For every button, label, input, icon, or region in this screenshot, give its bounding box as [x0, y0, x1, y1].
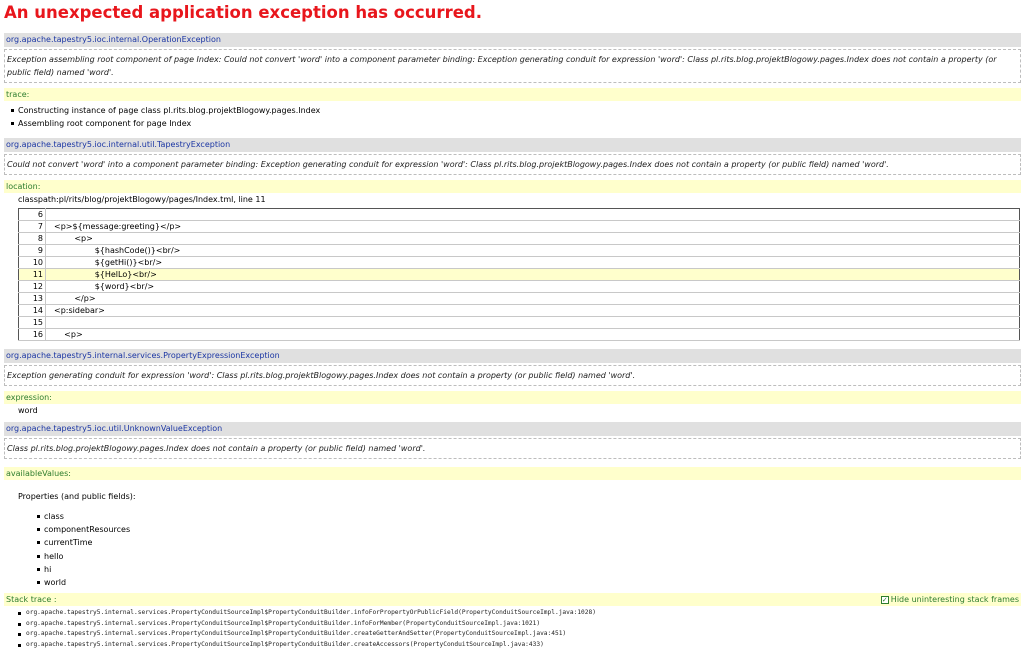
exception-class: org.apache.tapestry5.ioc.internal.Operat… — [4, 33, 1021, 47]
hide-frames-toggle[interactable]: ✓ Hide uninteresting stack frames — [880, 593, 1021, 606]
source-line-highlighted: 11 ${HelLo}<br/> — [18, 268, 1020, 281]
trace-item: Assembling root component for page Index — [11, 117, 1021, 130]
source-line: 15 — [18, 316, 1020, 329]
stack-trace-header: Stack trace : ✓ Hide uninteresting stack… — [4, 593, 1021, 607]
hide-frames-checkbox[interactable]: ✓ — [880, 595, 889, 604]
stack-frame: org.apache.tapestry5.internal.services.P… — [18, 640, 1021, 651]
line-number: 13 — [18, 292, 46, 305]
stack-trace-label: Stack trace : — [6, 595, 57, 605]
exception-block: org.apache.tapestry5.ioc.internal.util.T… — [4, 138, 1021, 341]
trace-label: trace: — [4, 88, 1021, 101]
exception-class: org.apache.tapestry5.internal.services.P… — [4, 349, 1021, 363]
expression-label: expression: — [4, 391, 1021, 404]
line-code — [45, 208, 1020, 221]
line-number: 9 — [18, 244, 46, 257]
line-code: </p> — [45, 292, 1020, 305]
line-number: 14 — [18, 304, 46, 317]
source-line: 8 <p> — [18, 232, 1020, 245]
location-file: classpath:pl/rits/blog/projektBlogowy/pa… — [18, 195, 266, 204]
exception-report: An unexpected application exception has … — [0, 0, 1024, 650]
line-code: ${getHi()}<br/> — [45, 256, 1020, 269]
exception-block: org.apache.tapestry5.internal.services.P… — [4, 349, 1021, 418]
line-code: <p>${message:greeting}</p> — [45, 220, 1020, 233]
line-code: <p> — [45, 232, 1020, 245]
stack-frame: org.apache.tapestry5.internal.services.P… — [18, 608, 1021, 619]
line-number: 16 — [18, 328, 46, 341]
source-line: 10 ${getHi()}<br/> — [18, 256, 1020, 269]
stack-frame: org.apache.tapestry5.internal.services.P… — [18, 629, 1021, 640]
page-title: An unexpected application exception has … — [4, 3, 482, 22]
exception-class: org.apache.tapestry5.ioc.util.UnknownVal… — [4, 422, 1021, 436]
expression-value: word — [18, 406, 38, 415]
available-values-list: class componentResources currentTime hel… — [4, 510, 1021, 589]
source-line: 16 <p> — [18, 328, 1020, 341]
list-item: hi — [37, 563, 1021, 576]
line-code: <p:sidebar> — [45, 304, 1020, 317]
line-number: 7 — [18, 220, 46, 233]
trace-list: Constructing instance of page class pl.r… — [4, 101, 1021, 130]
source-line: 12 ${word}<br/> — [18, 280, 1020, 293]
source-line: 9 ${hashCode()}<br/> — [18, 244, 1020, 257]
line-number: 8 — [18, 232, 46, 245]
list-item: currentTime — [37, 536, 1021, 549]
exception-message: Class pl.rits.blog.projektBlogowy.pages.… — [4, 438, 1021, 459]
line-number: 15 — [18, 316, 46, 329]
exception-block: org.apache.tapestry5.ioc.internal.Operat… — [4, 33, 1021, 130]
line-code — [45, 316, 1020, 329]
list-item: componentResources — [37, 523, 1021, 536]
line-code: ${word}<br/> — [45, 280, 1020, 293]
hide-frames-label[interactable]: Hide uninteresting stack frames — [891, 593, 1019, 606]
exception-message: Exception assembling root component of p… — [4, 49, 1021, 83]
line-code: ${HelLo}<br/> — [45, 268, 1020, 281]
source-line: 13 </p> — [18, 292, 1020, 305]
line-number: 12 — [18, 280, 46, 293]
exception-class: org.apache.tapestry5.ioc.internal.util.T… — [4, 138, 1021, 152]
line-code: ${hashCode()}<br/> — [45, 244, 1020, 257]
exception-block: org.apache.tapestry5.ioc.util.UnknownVal… — [4, 422, 1021, 650]
available-values-heading: Properties (and public fields): — [18, 492, 136, 501]
line-code: <p> — [45, 328, 1020, 341]
stack-trace-list: org.apache.tapestry5.internal.services.P… — [4, 606, 1021, 650]
line-number: 10 — [18, 256, 46, 269]
source-line: 7 <p>${message:greeting}</p> — [18, 220, 1020, 233]
list-item: class — [37, 510, 1021, 523]
trace-item: Constructing instance of page class pl.r… — [11, 104, 1021, 117]
stack-frame: org.apache.tapestry5.internal.services.P… — [18, 619, 1021, 630]
source-line: 14 <p:sidebar> — [18, 304, 1020, 317]
location-label: location: — [4, 180, 1021, 193]
list-item: world — [37, 576, 1021, 589]
line-number: 11 — [18, 268, 46, 281]
line-number: 6 — [18, 208, 46, 221]
source-line: 6 — [18, 208, 1020, 221]
exception-message: Could not convert 'word' into a componen… — [4, 154, 1021, 175]
exception-message: Exception generating conduit for express… — [4, 365, 1021, 386]
list-item: hello — [37, 550, 1021, 563]
available-values-label: availableValues: — [4, 467, 1021, 480]
source-listing: 6 7 <p>${message:greeting}</p> 8 <p> 9 ${… — [18, 208, 1020, 341]
